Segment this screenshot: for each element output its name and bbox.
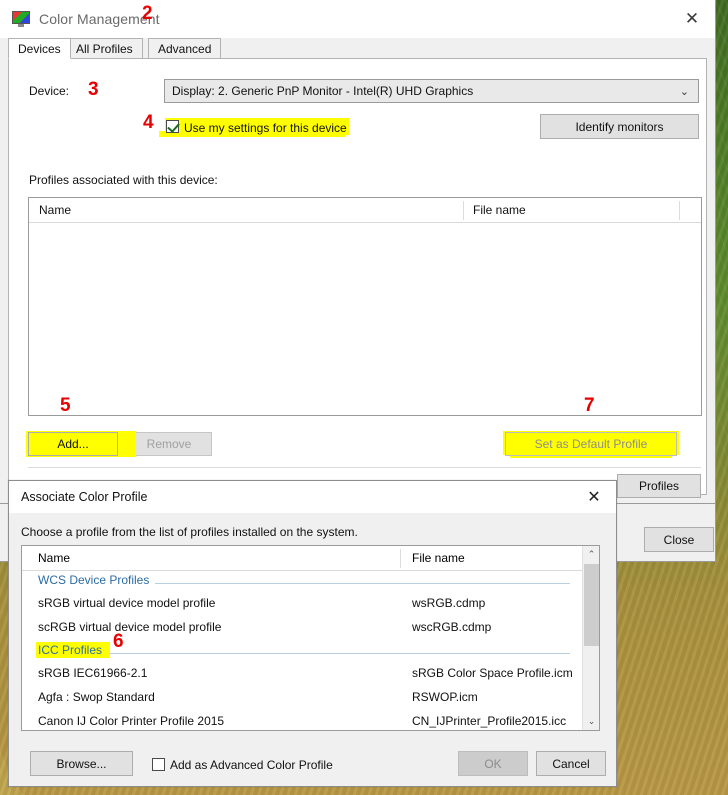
associate-dialog-close-icon[interactable]: ✕ xyxy=(572,481,616,513)
associate-dialog-title-bar: Associate Color Profile ✕ xyxy=(9,481,616,513)
column-header-name: Name xyxy=(38,551,71,565)
list-item[interactable]: Canon IJ Color Printer Profile 2015 CN_I… xyxy=(22,711,582,730)
profiles-list-label: Profiles associated with this device: xyxy=(29,173,218,187)
list-item[interactable]: Agfa : Swop Standard RSWOP.icm xyxy=(22,687,582,711)
profile-name: sRGB IEC61966-2.1 xyxy=(38,666,148,680)
color-management-window: Color Management ✕ Devices All Profiles … xyxy=(0,0,716,504)
list-item[interactable]: sRGB virtual device model profile wsRGB.… xyxy=(22,593,582,617)
color-monitor-icon xyxy=(12,11,30,27)
tab-all-profiles[interactable]: All Profiles xyxy=(66,38,143,59)
tab-devices[interactable]: Devices xyxy=(8,38,71,59)
list-header: Name File name xyxy=(29,198,701,223)
profile-chooser-rows: WCS Device Profiles sRGB virtual device … xyxy=(22,571,582,730)
device-label: Device: xyxy=(29,84,70,98)
annotation-7: 7 xyxy=(584,395,595,416)
ok-button: OK xyxy=(458,751,528,776)
profile-file: RSWOP.icm xyxy=(412,690,478,704)
column-header-file-name: File name xyxy=(412,551,465,565)
list-item[interactable]: sRGB IEC61966-2.1 sRGB Color Space Profi… xyxy=(22,663,582,687)
title-bar: Color Management ✕ xyxy=(0,0,715,38)
group-label: WCS Device Profiles xyxy=(38,573,156,587)
scroll-down-icon[interactable]: ⌄ xyxy=(583,713,599,730)
add-as-advanced-color-profile-label: Add as Advanced Color Profile xyxy=(170,758,333,772)
profile-chooser-header: Name File name xyxy=(22,546,582,571)
use-my-settings-label: Use my settings for this device xyxy=(184,121,347,135)
annotation-2: 2 xyxy=(142,3,153,24)
column-divider-1 xyxy=(400,549,401,568)
browse-button[interactable]: Browse... xyxy=(30,751,133,776)
profile-file: sRGB Color Space Profile.icm xyxy=(412,666,573,680)
profile-chooser-list[interactable]: Name File name WCS Device Profiles sRGB … xyxy=(21,545,600,731)
add-as-advanced-color-profile-checkbox[interactable] xyxy=(152,758,165,771)
profile-name: sRGB virtual device model profile xyxy=(38,596,216,610)
add-profile-button[interactable]: Add... xyxy=(28,432,118,456)
profile-file: wscRGB.cdmp xyxy=(412,620,492,634)
column-divider-1 xyxy=(463,201,464,220)
annotation-4: 4 xyxy=(143,112,154,133)
close-icon[interactable]: ✕ xyxy=(669,0,715,38)
tab-underline xyxy=(16,58,707,59)
profile-list-scrollbar[interactable]: ⌃ ⌄ xyxy=(582,546,599,730)
scrollbar-thumb[interactable] xyxy=(584,564,599,646)
associate-color-profile-dialog: Associate Color Profile ✕ Choose a profi… xyxy=(8,480,617,787)
group-header-icc-profiles: ICC Profiles xyxy=(22,641,582,663)
annotation-5: 5 xyxy=(60,395,71,416)
profile-name: Canon IJ Color Printer Profile 2015 xyxy=(38,714,225,728)
column-header-name: Name xyxy=(39,203,72,217)
list-item[interactable]: scRGB virtual device model profile wscRG… xyxy=(22,617,582,641)
set-as-default-profile-button: Set as Default Profile xyxy=(505,432,677,456)
close-button[interactable]: Close xyxy=(644,527,714,552)
annotation-6: 6 xyxy=(113,631,124,652)
associate-dialog-title: Associate Color Profile xyxy=(21,490,148,504)
profile-name: scRGB virtual device model profile xyxy=(38,620,222,634)
group-label: ICC Profiles xyxy=(38,643,103,657)
column-header-file-name: File name xyxy=(473,203,526,217)
column-divider-2 xyxy=(679,201,680,220)
tab-advanced[interactable]: Advanced xyxy=(148,38,222,59)
device-select-value: Display: 2. Generic PnP Monitor - Intel(… xyxy=(172,84,474,98)
cancel-button[interactable]: Cancel xyxy=(536,751,606,776)
scroll-up-icon[interactable]: ⌃ xyxy=(583,546,599,563)
profile-file: CN_IJPrinter_Profile2015.icc xyxy=(412,714,567,728)
associate-dialog-prompt: Choose a profile from the list of profil… xyxy=(21,525,358,539)
tab-strip: Devices All Profiles Advanced xyxy=(8,38,715,59)
group-header-wcs-device-profiles: WCS Device Profiles xyxy=(22,571,582,593)
device-select[interactable]: Display: 2. Generic PnP Monitor - Intel(… xyxy=(164,79,699,103)
annotation-3: 3 xyxy=(88,79,99,100)
profiles-button[interactable]: Profiles xyxy=(617,474,701,498)
profile-name: Agfa : Swop Standard xyxy=(38,690,155,704)
identify-monitors-button[interactable]: Identify monitors xyxy=(540,114,699,139)
profile-file: wsRGB.cdmp xyxy=(412,596,486,610)
use-my-settings-checkbox[interactable] xyxy=(166,120,179,133)
associated-profiles-list[interactable]: Name File name xyxy=(28,197,702,416)
remove-profile-button: Remove xyxy=(126,432,212,456)
chevron-down-icon: ⌄ xyxy=(679,85,689,98)
footer-divider xyxy=(28,467,701,468)
